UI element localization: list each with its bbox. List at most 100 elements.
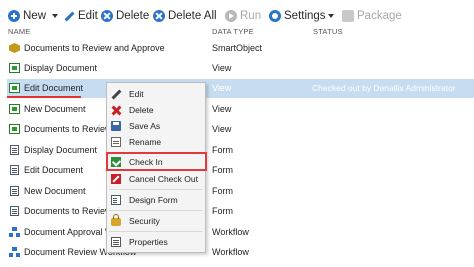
menu-item-label: Properties [129, 237, 168, 247]
run-label: Run [240, 10, 262, 22]
row-type: View [212, 63, 232, 73]
table-row[interactable]: Display Document Form [7, 141, 474, 160]
table-row[interactable]: Documents to Review and Approve SmartObj… [7, 39, 474, 58]
view-icon [9, 63, 20, 73]
menu-item-save-as[interactable]: Save As [107, 118, 205, 134]
table-row[interactable]: Document Review Workflow Workflow [7, 243, 474, 262]
edit-button[interactable]: Edit [63, 8, 98, 24]
column-header-name[interactable]: NAME [8, 27, 30, 36]
toolbar: New Edit Delete Delete All Run Settings … [0, 0, 474, 28]
delete-all-button[interactable]: Delete All [153, 8, 217, 24]
run-button[interactable]: Run [225, 8, 261, 24]
add-icon [8, 10, 20, 22]
row-name: Document Approval W [24, 227, 114, 237]
row-name: New Document [24, 104, 86, 114]
delete-all-icon [153, 10, 165, 22]
row-type: View [212, 124, 232, 134]
menu-item-label: Security [129, 216, 160, 226]
save-icon [111, 121, 121, 131]
settings-dropdown-icon[interactable] [328, 14, 334, 18]
package-button[interactable]: Package [342, 8, 402, 24]
view-icon [9, 124, 20, 134]
menu-item-delete[interactable]: Delete [107, 102, 205, 118]
row-name: Display Document [24, 145, 98, 155]
delete-icon [101, 10, 113, 22]
menu-item-label: Cancel Check Out [129, 174, 198, 184]
gear-icon [269, 10, 281, 22]
menu-item-security[interactable]: Security [107, 213, 205, 229]
new-button[interactable]: New [8, 8, 46, 24]
row-name: Edit Document [24, 165, 84, 175]
new-label: New [23, 10, 47, 22]
row-type: Workflow [212, 227, 249, 237]
row-name: Documents to Review [24, 124, 112, 134]
delete-button[interactable]: Delete [101, 8, 149, 24]
menu-item-cancel-check-out[interactable]: Cancel Check Out [107, 171, 205, 187]
settings-button[interactable]: Settings [269, 8, 326, 24]
edit-label: Edit [78, 10, 98, 22]
form-icon [10, 145, 19, 155]
menu-item-label: Edit [129, 89, 144, 99]
menu-item-edit[interactable]: Edit [107, 86, 205, 102]
edit-icon [111, 89, 121, 99]
view-icon [9, 83, 20, 93]
delete-all-label: Delete All [168, 10, 217, 22]
form-icon [10, 186, 19, 196]
properties-icon [111, 237, 121, 247]
row-type: Form [212, 206, 233, 216]
menu-item-label: Delete [129, 105, 154, 115]
settings-label: Settings [284, 10, 326, 22]
row-type: View [212, 83, 232, 93]
cancel-checkout-icon [111, 174, 121, 184]
new-dropdown-icon[interactable] [52, 14, 58, 18]
package-label: Package [357, 10, 402, 22]
table-row[interactable]: Display Document View [7, 59, 474, 78]
check-in-highlight [106, 152, 207, 171]
workflow-icon [9, 247, 20, 257]
row-status: Checked out by Denallix Administrator [312, 83, 456, 93]
smartobject-icon [9, 43, 20, 53]
menu-item-design-form[interactable]: Design Form [107, 192, 205, 208]
row-type: Form [212, 165, 233, 175]
form-icon [10, 165, 19, 175]
menu-item-rename[interactable]: Rename [107, 134, 205, 150]
form-icon [10, 206, 19, 216]
menu-separator [109, 189, 203, 190]
table-row[interactable]: Documents to Review Form [7, 202, 474, 221]
pencil-icon [63, 10, 75, 22]
row-name: Edit Document [24, 83, 84, 93]
row-type: Workflow [212, 247, 249, 257]
table-row[interactable]: Edit Document Form [7, 161, 474, 180]
row-type: View [212, 104, 232, 114]
row-name: Display Document [24, 63, 98, 73]
row-name: Documents to Review [24, 206, 112, 216]
menu-item-label: Save As [129, 121, 161, 131]
selection-underline [7, 96, 81, 98]
table-row[interactable]: New Document Form [7, 182, 474, 201]
design-form-icon [111, 195, 121, 205]
delete-icon [111, 105, 121, 115]
menu-item-properties[interactable]: Properties [107, 234, 205, 250]
menu-separator [109, 231, 203, 232]
context-menu: Edit Delete Save As Rename Check In Canc… [106, 82, 207, 253]
menu-item-label: Design Form [129, 195, 178, 205]
run-icon [225, 10, 237, 22]
table-row[interactable]: New Document View [7, 100, 474, 119]
table-row[interactable]: Document Approval W Workflow [7, 223, 474, 242]
menu-separator [109, 210, 203, 211]
security-icon [111, 214, 121, 226]
row-name: New Document [24, 186, 86, 196]
row-type: Form [212, 186, 233, 196]
workflow-icon [9, 227, 20, 237]
table-row[interactable]: Documents to Review View [7, 120, 474, 139]
column-header-data-type[interactable]: DATA TYPE [212, 27, 254, 36]
row-type: SmartObject [212, 43, 263, 53]
row-type: Form [212, 145, 233, 155]
delete-label: Delete [116, 10, 150, 22]
rename-icon [111, 137, 121, 147]
view-icon [9, 104, 20, 114]
package-icon [342, 10, 354, 22]
row-name: Documents to Review and Approve [24, 43, 165, 53]
column-header-status[interactable]: STATUS [313, 27, 343, 36]
menu-item-label: Rename [129, 137, 162, 147]
